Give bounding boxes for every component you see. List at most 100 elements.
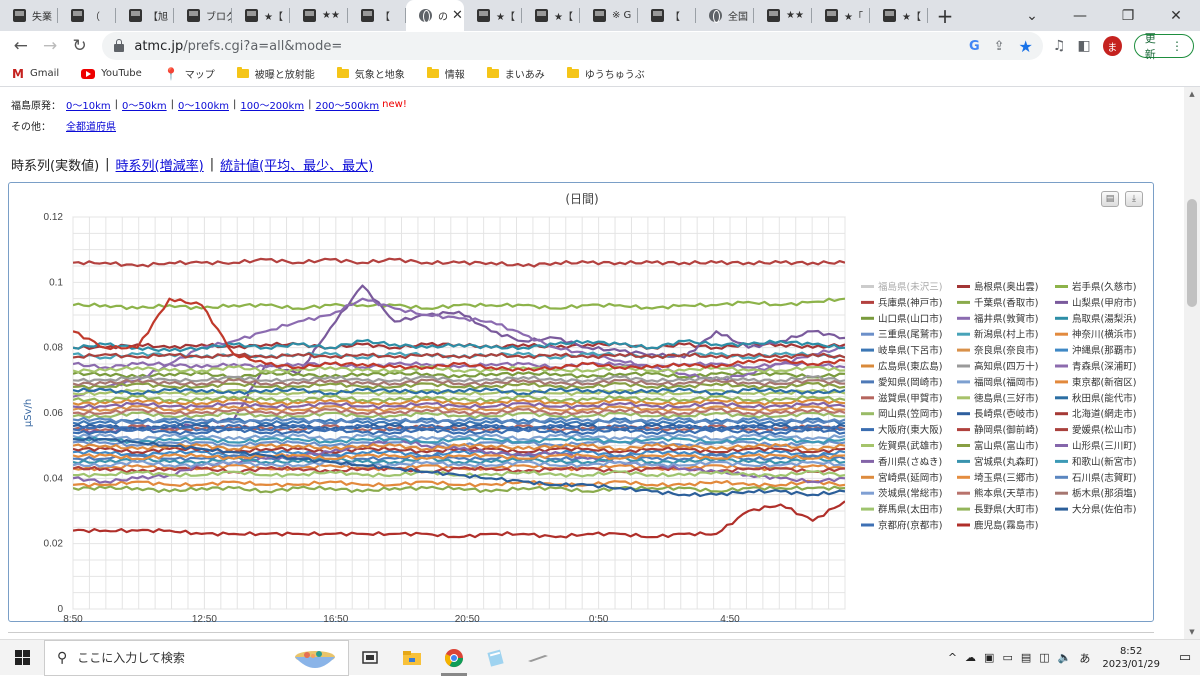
legend-item[interactable]: 茨城県(常総市) (878, 488, 942, 500)
legend-item[interactable]: 福岡県(福岡市) (974, 376, 1038, 388)
bookmark-item[interactable]: 気象と地象 (336, 66, 405, 81)
tray-network-icon-2[interactable]: ◫ (1039, 651, 1049, 664)
address-bar[interactable]: atmc.jp/prefs.cgi?a=all&mode= G ⇪ ★ (102, 32, 1043, 60)
reload-button[interactable]: ↻ (65, 32, 94, 60)
bookmark-item[interactable]: ゆうちゅうぶ (566, 66, 645, 81)
back-button[interactable]: ← (6, 32, 35, 60)
legend-item[interactable]: 埼玉県(三郷市) (974, 472, 1038, 484)
legend-item[interactable]: 徳島県(三好市) (974, 392, 1038, 404)
bookmark-item[interactable]: M Gmail (12, 67, 59, 81)
tab-close-icon[interactable]: ✕ (452, 8, 463, 23)
legend-item[interactable]: 滋賀県(甲賀市) (878, 392, 942, 404)
bookmark-star-icon[interactable]: ★ (1019, 37, 1033, 56)
legend-item[interactable]: 和歌山(新宮市) (1072, 456, 1136, 468)
browser-tab[interactable]: ★「 (812, 0, 870, 31)
minimize-button[interactable]: — (1056, 0, 1104, 31)
legend-item[interactable]: 広島県(東広島) (878, 361, 942, 373)
volume-icon[interactable]: 🔈 (1058, 651, 1072, 664)
legend-item[interactable]: 佐賀県(武雄市) (878, 440, 942, 452)
taskbar-file-explorer-icon[interactable] (391, 640, 433, 676)
tray-app-icon[interactable]: ▣ (984, 651, 994, 664)
legend-item[interactable]: 鳥取県(湯梨浜) (1072, 313, 1136, 325)
legend-item[interactable]: 三重県(尾鷲市) (878, 329, 942, 341)
legend-item[interactable]: 大分県(佐伯市) (1072, 504, 1136, 516)
taskbar-clock[interactable]: 8:52 2023/01/29 (1102, 645, 1160, 671)
view-link-rate[interactable]: 時系列(増減率) (116, 155, 204, 174)
legend-item[interactable]: 北海道(網走市) (1072, 408, 1136, 420)
side-panel-icon[interactable]: ◧ (1077, 38, 1090, 54)
forward-button[interactable]: → (35, 32, 64, 60)
browser-tab[interactable]: 失業 (0, 0, 58, 31)
scroll-up-icon[interactable]: ▲ (1184, 90, 1200, 98)
taskbar-search-box[interactable]: ⚲ ここに入力して検索 (44, 639, 349, 676)
legend-item[interactable]: 新潟県(村上市) (974, 329, 1038, 341)
legend-item[interactable]: 石川県(志賀町) (1072, 472, 1136, 484)
google-translate-icon[interactable]: G (969, 39, 980, 54)
bookmark-item[interactable]: YouTube (81, 68, 142, 79)
browser-tab[interactable]: ★★ (754, 0, 812, 31)
media-control-icon[interactable]: ♫ (1053, 38, 1066, 54)
taskbar-chrome-icon[interactable] (433, 640, 475, 676)
legend-item[interactable]: 熊本県(天草市) (974, 488, 1038, 500)
legend-item[interactable]: 京都府(京都市) (878, 520, 942, 532)
legend-item[interactable]: 香川県(さぬき) (878, 457, 942, 468)
legend-item[interactable]: 奈良県(奈良市) (974, 345, 1038, 357)
legend-item[interactable]: 愛媛県(松山市) (1072, 424, 1136, 436)
taskbar-pen-icon[interactable] (517, 640, 559, 676)
legend-item[interactable]: 宮城県(丸森町) (974, 456, 1038, 468)
browser-tab[interactable]: 【 (638, 0, 696, 31)
tray-network-icon[interactable]: ▤ (1021, 651, 1031, 664)
legend-item[interactable]: 福島県(未沢三) (878, 281, 942, 293)
close-window-button[interactable]: ✕ (1152, 0, 1200, 31)
legend-item[interactable]: 兵庫県(神戸市) (878, 297, 942, 309)
scrollbar-thumb[interactable] (1187, 199, 1197, 307)
view-link-stats[interactable]: 統計値(平均、最少、最大) (220, 155, 373, 174)
profile-avatar[interactable]: ま (1102, 36, 1122, 56)
tab-search-icon[interactable]: ⌄ (1008, 0, 1056, 31)
taskbar-notepad-icon[interactable] (475, 640, 517, 676)
legend-item[interactable]: 栃木県(那須塩) (1072, 488, 1136, 500)
legend-item[interactable]: 沖縄県(那覇市) (1072, 345, 1136, 357)
legend-item[interactable]: 群馬県(太田市) (878, 504, 942, 516)
browser-tab[interactable]: の ✕ (406, 0, 464, 31)
legend-item[interactable]: 山梨県(甲府市) (1072, 297, 1136, 309)
notification-center-icon[interactable]: ▭ (1170, 650, 1200, 665)
new-tab-button[interactable]: + (928, 0, 962, 31)
legend-item[interactable]: 長野県(大町市) (974, 504, 1038, 516)
taskbar-task-view-icon[interactable] (349, 640, 391, 676)
legend-item[interactable]: 愛知県(岡崎市) (878, 376, 942, 388)
bookmark-item[interactable]: まいあみ (486, 66, 545, 81)
browser-tab[interactable]: ★★ (290, 0, 348, 31)
lock-icon[interactable] (114, 39, 125, 52)
legend-item[interactable]: 富山県(富山市) (974, 440, 1038, 452)
all-prefectures-link[interactable]: 全都道府県 (66, 118, 116, 133)
browser-tab[interactable]: 全国 (696, 0, 754, 31)
browser-tab[interactable]: ※ G (580, 0, 638, 31)
tray-chevron-icon[interactable]: ^ (948, 651, 957, 664)
browser-tab[interactable]: ★【 (870, 0, 928, 31)
bookmark-item[interactable]: 情報 (426, 66, 465, 81)
bookmark-item[interactable]: 被曝と放射能 (236, 66, 315, 81)
browser-tab[interactable]: ブログ (174, 0, 232, 31)
legend-item[interactable]: 長崎県(壱岐市) (974, 408, 1038, 420)
distance-link[interactable]: 0〜100km (178, 97, 229, 112)
page-scrollbar[interactable]: ▲ ▼ (1184, 87, 1200, 639)
ime-indicator[interactable]: あ (1079, 650, 1090, 666)
distance-link[interactable]: 0〜50km (122, 97, 167, 112)
browser-tab[interactable]: 【旭 (116, 0, 174, 31)
distance-link[interactable]: 200〜500km (315, 97, 379, 112)
legend-item[interactable]: 千葉県(香取市) (974, 297, 1038, 309)
legend-item[interactable]: 高知県(四万十) (974, 361, 1038, 373)
bookmark-item[interactable]: 📍 マップ (164, 66, 215, 82)
scroll-down-icon[interactable]: ▼ (1184, 628, 1200, 636)
legend-item[interactable]: 大阪府(東大阪) (878, 424, 942, 436)
legend-item[interactable]: 岐阜県(下呂市) (878, 345, 942, 357)
browser-tab[interactable]: 【 (348, 0, 406, 31)
restore-button[interactable]: ❐ (1104, 0, 1152, 31)
legend-item[interactable]: 秋田県(能代市) (1072, 392, 1136, 404)
legend-item[interactable]: 山形県(三川町) (1072, 440, 1136, 452)
legend-item[interactable]: 岩手県(久慈市) (1072, 281, 1136, 293)
legend-item[interactable]: 島根県(奥出雲) (974, 281, 1038, 293)
distance-link[interactable]: 100〜200km (240, 97, 304, 112)
update-button[interactable]: 更新 ⋮ (1133, 32, 1195, 61)
